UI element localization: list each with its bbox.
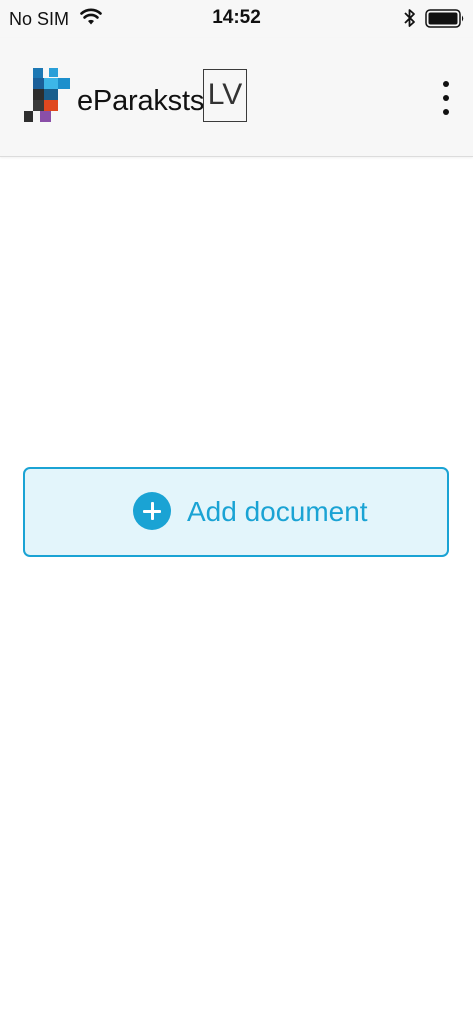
add-document-label: Add document — [187, 496, 368, 527]
brand-name: eParaksts — [77, 85, 205, 117]
app-bar: eParaksts LV — [0, 38, 473, 157]
eparaksts-logo — [24, 68, 70, 122]
language-badge[interactable]: LV — [203, 69, 247, 122]
status-bar: No SIM 14:52 — [0, 0, 473, 38]
plus-circle-icon — [133, 492, 171, 530]
battery-icon — [425, 9, 464, 28]
add-document-button[interactable]: Add document — [23, 467, 449, 557]
more-menu-button[interactable] — [432, 78, 460, 118]
bluetooth-icon — [404, 9, 415, 27]
